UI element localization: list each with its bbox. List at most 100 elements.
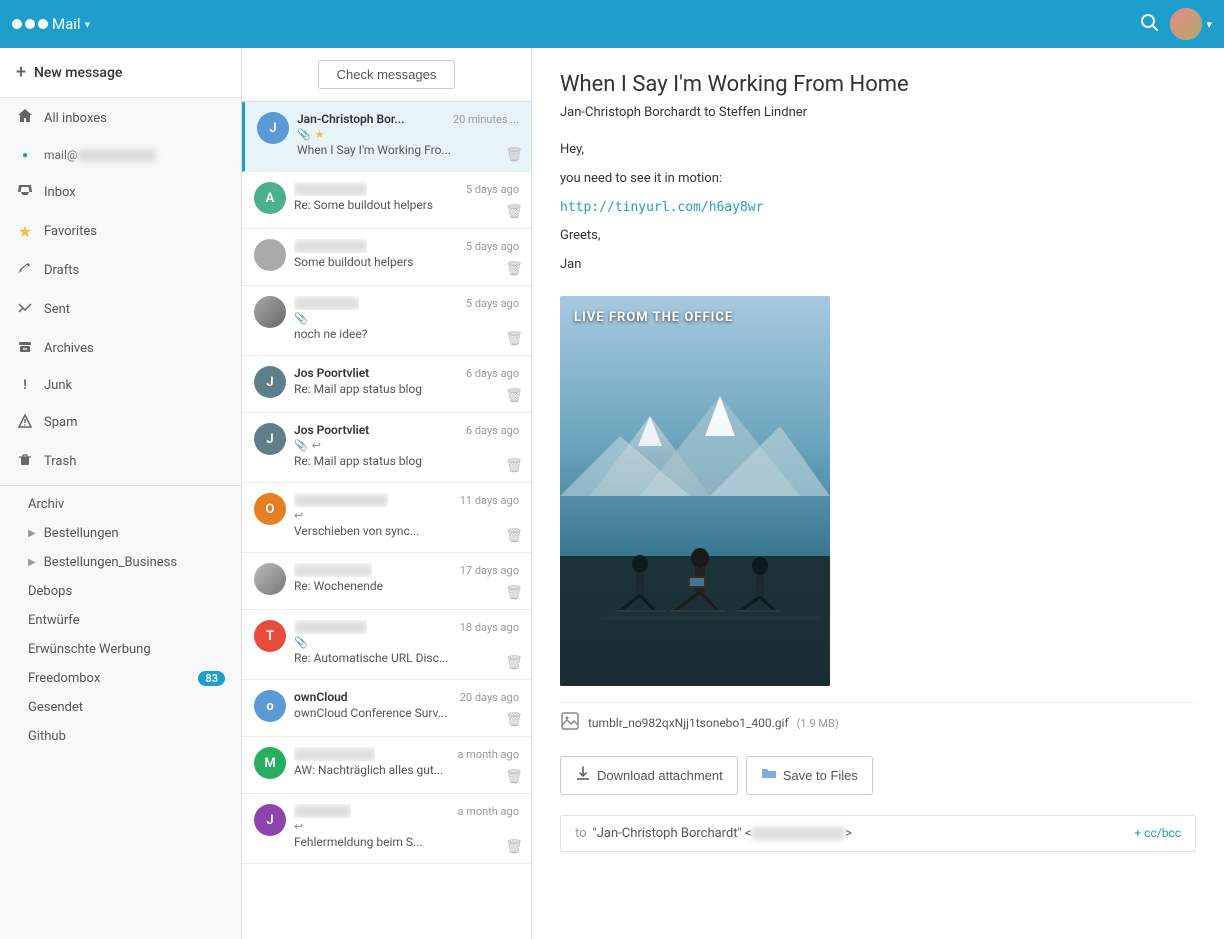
message-meta: ████ ██████ a month ago AW: Nachträglich… (294, 747, 519, 777)
avatar (254, 239, 286, 271)
body-motion: you need to see it in motion: (560, 169, 1196, 190)
message-subject: Re: Some buildout helpers (294, 198, 504, 212)
folder-entwuerfe-label: Entwürfe (28, 613, 80, 628)
sidebar-folder-debops[interactable]: Debops (0, 577, 241, 606)
message-subject: ownCloud Conference Surv... (294, 706, 504, 720)
avatar-image (1170, 8, 1202, 40)
sidebar-account-label: mail@██████████ (44, 148, 156, 162)
sidebar-item-sent[interactable]: Sent (0, 290, 241, 329)
search-icon[interactable] (1140, 13, 1158, 36)
list-item[interactable]: J Jan-Christoph Bor... 20 minutes ... 📎 … (242, 102, 531, 172)
email-to-name: Steffen Lindner (719, 105, 807, 120)
list-item[interactable]: ██████ ███ 5 days ago Some buildout help… (242, 229, 531, 286)
new-message-button[interactable]: + New message (0, 48, 241, 98)
list-item[interactable]: T ████ █████ 18 days ago 📎 Re: Automatis… (242, 610, 531, 680)
delete-icon[interactable]: 🗑 (505, 204, 523, 220)
folder-archiv-label: Archiv (28, 497, 64, 512)
sidebar-item-account[interactable]: ● mail@██████████ (0, 138, 241, 172)
list-item[interactable]: M ████ ██████ a month ago AW: Nachträgli… (242, 737, 531, 794)
reply-icon: ↩ (312, 439, 321, 452)
delete-icon[interactable]: 🗑 (505, 769, 523, 785)
list-item[interactable]: A ██████ ███ 5 days ago Re: Some buildou… (242, 172, 531, 229)
delete-icon[interactable]: 🗑 (505, 388, 523, 404)
body-link: http://tinyurl.com/h6ay8wr (560, 198, 1196, 219)
list-item[interactable]: O ████████████ 11 days ago ↩ Verschieben… (242, 483, 531, 553)
email-image-preview: LIVE FROM THE OFFICE (560, 296, 830, 686)
sidebar-item-all-inboxes[interactable]: All inboxes (0, 98, 241, 138)
sidebar-item-label: Favorites (44, 224, 97, 239)
attachment-icon: 📎 (294, 636, 308, 649)
archives-icon (16, 339, 34, 358)
list-item[interactable]: █████ ███ 5 days ago 📎 noch ne idee? 🗑 (242, 286, 531, 356)
avatar-image (254, 239, 286, 271)
account-dot-icon: ● (16, 150, 34, 161)
sidebar-item-archives[interactable]: Archives (0, 329, 241, 368)
app-chevron-icon: ▾ (85, 18, 91, 31)
sidebar-folder-github[interactable]: Github (0, 722, 241, 751)
list-item[interactable]: o ownCloud 20 days ago ownCloud Conferen… (242, 680, 531, 737)
attachment-icon: 📎 (294, 439, 308, 452)
message-time: 5 days ago (466, 297, 519, 310)
message-subject: Re: Wochenende (294, 579, 504, 593)
sidebar-item-favorites[interactable]: ★ Favorites (0, 212, 241, 251)
message-meta: ████ █████ 18 days ago 📎 Re: Automatisch… (294, 620, 519, 665)
sidebar-folder-gesendet[interactable]: Gesendet (0, 693, 241, 722)
delete-icon[interactable]: 🗑 (505, 655, 523, 671)
message-sender: ████ ██████ (294, 747, 375, 761)
avatar[interactable] (1170, 8, 1202, 40)
body-url[interactable]: http://tinyurl.com/h6ay8wr (560, 200, 764, 215)
folder-icon (761, 765, 777, 786)
reply-cc-button[interactable]: + cc/bcc (1134, 826, 1181, 840)
sidebar-item-trash[interactable]: Trash (0, 442, 241, 481)
logo-dot-2 (25, 19, 35, 29)
delete-icon[interactable]: 🗑 (505, 331, 523, 347)
spam-icon (16, 413, 34, 432)
message-sender: ██████ ███ (294, 182, 367, 196)
message-subject: Verschieben von sync... (294, 524, 504, 538)
reply-icon: ↩ (294, 820, 303, 833)
message-sender: ████████████ (294, 493, 388, 507)
trash-icon (16, 452, 34, 471)
sidebar-item-spam[interactable]: Spam (0, 403, 241, 442)
message-subject: When I Say I'm Working Fro... (297, 143, 507, 157)
sidebar-folder-entwuerfe[interactable]: Entwürfe (0, 606, 241, 635)
sidebar-folder-archiv[interactable]: Archiv (0, 490, 241, 519)
sidebar-item-junk[interactable]: ! Junk (0, 368, 241, 403)
attachment-actions: Download attachment Save to Files (560, 756, 1196, 795)
sidebar-folder-bestellungen[interactable]: ▶ Bestellungen (0, 519, 241, 548)
delete-icon[interactable]: 🗑 (505, 147, 523, 163)
message-time: 5 days ago (466, 183, 519, 196)
download-attachment-button[interactable]: Download attachment (560, 756, 738, 795)
message-list: Check messages J Jan-Christoph Bor... 20… (242, 48, 532, 939)
plus-icon: + (16, 62, 26, 83)
delete-icon[interactable]: 🗑 (505, 712, 523, 728)
message-subject: Re: Mail app status blog (294, 454, 504, 468)
app-name[interactable]: Mail ▾ (52, 15, 90, 33)
folder-bestellungen-business-label: Bestellungen_Business (44, 555, 177, 570)
list-item[interactable]: J Jos Poortvliet 6 days ago Re: Mail app… (242, 356, 531, 413)
message-sender: █████ ███ (294, 296, 359, 310)
sidebar-item-label: Inbox (44, 185, 76, 200)
sidebar-item-label: Archives (44, 341, 94, 356)
sidebar: + New message All inboxes ● mail@███████… (0, 48, 242, 939)
delete-icon[interactable]: 🗑 (505, 585, 523, 601)
list-item[interactable]: J Jos Poortvliet 6 days ago 📎 ↩ Re: Mail… (242, 413, 531, 483)
sidebar-item-drafts[interactable]: Drafts (0, 251, 241, 290)
user-menu-chevron-icon[interactable]: ▾ (1206, 18, 1212, 31)
sidebar-folder-freedombox[interactable]: Freedombox 83 (0, 664, 241, 693)
delete-icon[interactable]: 🗑 (505, 261, 523, 277)
sidebar-folder-erwuenschte[interactable]: Erwünschte Werbung (0, 635, 241, 664)
delete-icon[interactable]: 🗑 (505, 839, 523, 855)
delete-icon[interactable]: 🗑 (505, 528, 523, 544)
sidebar-item-inbox[interactable]: Inbox (0, 172, 241, 212)
image-overlay-text: LIVE FROM THE OFFICE (574, 310, 733, 325)
sidebar-folder-bestellungen-business[interactable]: ▶ Bestellungen_Business (0, 548, 241, 577)
check-messages-button[interactable]: Check messages (318, 60, 456, 89)
save-to-files-button[interactable]: Save to Files (746, 756, 873, 795)
list-item[interactable]: J ██ █████ a month ago ↩ Fehlermeldung b… (242, 794, 531, 864)
app-name-label: Mail (52, 15, 81, 33)
list-item[interactable]: ██████████ 17 days ago Re: Wochenende 🗑 (242, 553, 531, 610)
message-time: 6 days ago (466, 424, 519, 437)
drafts-icon (16, 261, 34, 280)
delete-icon[interactable]: 🗑 (505, 458, 523, 474)
